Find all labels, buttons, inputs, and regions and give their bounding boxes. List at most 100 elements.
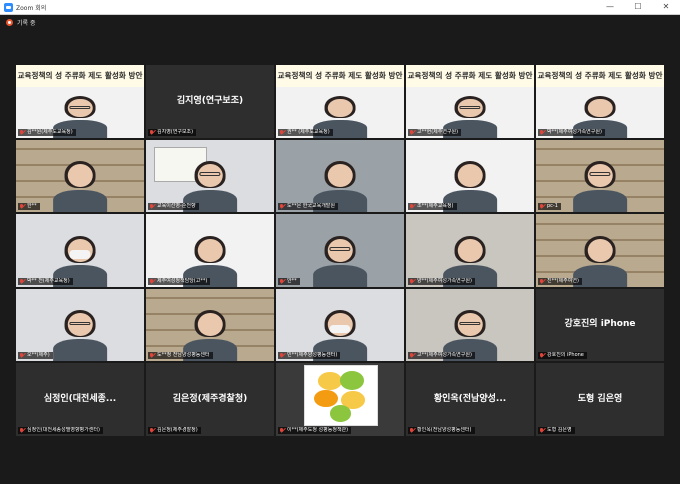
muted-mic-icon xyxy=(20,278,23,283)
participant-tile[interactable]: 김은정(제주경찰청) 김은정(제주경찰청) xyxy=(146,363,274,436)
participant-name-text: 고**현(제주연구원) xyxy=(417,128,459,135)
participant-name-text: 도**정 전남양성평등센터 xyxy=(157,352,210,359)
participant-tile[interactable]: 교육정책의 성 주류화 제도 활성화 방안박**(제주여성가족연구원) xyxy=(536,65,664,138)
record-icon xyxy=(6,18,13,26)
participant-tile[interactable]: 심정인(대전세종... 심정인(대전세종성별영향평가센터) xyxy=(16,363,144,436)
profile-logo-image xyxy=(304,364,378,427)
participant-name-text: 오**(제주) xyxy=(27,352,50,359)
participant-name-text: 김은정(제주경찰청) xyxy=(157,426,198,433)
participant-name-label: 박**(제주여성가족연구원) xyxy=(538,128,605,136)
participant-tile[interactable]: 안** xyxy=(276,214,404,287)
muted-mic-icon xyxy=(280,204,283,209)
muted-mic-icon xyxy=(540,427,543,432)
participant-name-label: 황인옥(전남양성평등센터) xyxy=(408,426,475,434)
participant-name-text: 진**(제주여연) xyxy=(547,277,579,284)
participant-display-name: 심정인(대전세종... xyxy=(43,393,117,404)
participant-tile[interactable]: 교육이선영-순천향 xyxy=(146,139,274,213)
muted-mic-icon xyxy=(150,353,153,358)
participant-name-text: 도형 김은영 xyxy=(547,426,572,433)
participant-name-label: 조**(제주교육청) xyxy=(408,203,457,211)
participant-display-name: 강호진의 iPhone xyxy=(564,319,636,330)
participant-name-text: 김**원(제주도교육청) xyxy=(27,128,73,135)
muted-mic-icon xyxy=(150,129,153,134)
participant-name-label: 김지영(연구보조) xyxy=(148,128,197,136)
participant-name-label: 박** 전(제주교육청) xyxy=(18,277,73,285)
muted-mic-icon xyxy=(150,278,153,283)
muted-mic-icon xyxy=(20,129,23,134)
muted-mic-icon xyxy=(540,129,543,134)
participant-name-text: 교육이선영-순천향 xyxy=(157,203,196,210)
participant-tile[interactable]: pc-1 xyxy=(536,139,664,213)
participant-tile[interactable]: 강호진의 iPhone 강호진의 iPhone xyxy=(536,288,664,362)
recording-indicator[interactable]: 기록 중 xyxy=(0,15,680,29)
participant-name-label: 강호진의 iPhone xyxy=(538,352,587,360)
participant-name-text: 박** 전(제주교육청) xyxy=(27,277,70,284)
participant-tile[interactable]: 교육정책의 성 주류화 제도 활성화 방안고**현(제주연구원) xyxy=(406,65,534,138)
muted-mic-icon xyxy=(280,129,283,134)
participant-tile[interactable]: 황인옥(전남양성... 황인옥(전남양성평등센터) xyxy=(406,363,534,436)
participant-name-label: 안** xyxy=(278,277,300,285)
event-banner-title: 교육정책의 성 주류화 제도 활성화 방안 xyxy=(406,65,534,87)
event-banner-title: 교육정책의 성 주류화 제도 활성화 방안 xyxy=(536,65,664,87)
participant-tile[interactable]: 민**(제주양성평등센터) xyxy=(276,288,404,362)
participant-tile[interactable]: 양**(제주여성가족연구원) xyxy=(406,214,534,287)
muted-mic-icon xyxy=(280,353,283,358)
participant-name-text: 심정인(대전세종성별영향평가센터) xyxy=(27,426,100,433)
participant-name-label: 고**현(제주연구원) xyxy=(408,128,462,136)
muted-mic-icon xyxy=(20,427,23,432)
participant-video xyxy=(53,160,107,213)
participant-tile[interactable]: 오**(제주) xyxy=(16,288,144,362)
muted-mic-icon xyxy=(410,278,413,283)
participant-video xyxy=(573,160,627,213)
participant-name-label: 교육이선영-순천향 xyxy=(148,203,199,211)
muted-mic-icon xyxy=(410,427,413,432)
participant-display-name: 황인옥(전남양성... xyxy=(433,393,507,404)
muted-mic-icon xyxy=(410,129,413,134)
event-banner-title: 교육정책의 성 주류화 제도 활성화 방안 xyxy=(276,65,404,87)
participant-tile[interactable]: 이**(제주도청 성평등정책관) xyxy=(276,363,404,436)
participant-name-label: pc-1 xyxy=(538,203,561,211)
participant-name-text: 도**은 한국교육개발원 xyxy=(287,203,335,210)
participant-tile[interactable]: 진**(제주여연) xyxy=(536,214,664,287)
participant-name-text: 권** (제주도교육청) xyxy=(287,128,330,135)
participant-tile[interactable]: 도**정 전남양성평등센터 xyxy=(146,288,274,362)
participant-display-name: 김은정(제주경찰청) xyxy=(172,393,248,404)
participant-tile[interactable]: 도형 김은영 도형 김은영 xyxy=(536,363,664,436)
participant-tile[interactable]: 제주여성정책담당(고**) xyxy=(146,214,274,287)
participant-tile[interactable]: 한** xyxy=(16,139,144,213)
participant-name-text: 고**(제주여성가족연구원) xyxy=(417,352,472,359)
participant-name-label: 고**(제주여성가족연구원) xyxy=(408,352,475,360)
participant-tile[interactable]: 조**(제주교육청) xyxy=(406,139,534,213)
muted-mic-icon xyxy=(20,204,23,209)
participant-display-name: 도형 김은영 xyxy=(577,393,623,404)
participant-tile[interactable]: 김지영(연구보조) 김지영(연구보조) xyxy=(146,65,274,138)
participant-display-name: 김지영(연구보조) xyxy=(176,95,244,106)
event-banner-title: 교육정책의 성 주류화 제도 활성화 방안 xyxy=(16,65,144,87)
participant-video xyxy=(313,235,367,287)
participant-name-text: 박**(제주여성가족연구원) xyxy=(547,128,602,135)
participant-name-label: 진**(제주여연) xyxy=(538,277,582,285)
participant-name-label: 이**(제주도청 성평등정책관) xyxy=(278,426,352,434)
participant-name-text: 안** xyxy=(287,277,297,284)
muted-mic-icon xyxy=(410,353,413,358)
participant-tile[interactable]: 고**(제주여성가족연구원) xyxy=(406,288,534,362)
minimize-button[interactable]: — xyxy=(596,0,624,14)
participant-name-text: 황인옥(전남양성평등센터) xyxy=(417,426,472,433)
participant-name-label: 권** (제주도교육청) xyxy=(278,128,333,136)
participant-video xyxy=(53,309,107,362)
muted-mic-icon xyxy=(540,204,543,209)
muted-mic-icon xyxy=(150,427,153,432)
participant-name-text: pc-1 xyxy=(547,203,558,210)
participant-tile[interactable]: 도**은 한국교육개발원 xyxy=(276,139,404,213)
muted-mic-icon xyxy=(150,204,153,209)
participant-tile[interactable]: 교육정책의 성 주류화 제도 활성화 방안김**원(제주도교육청) xyxy=(16,65,144,138)
muted-mic-icon xyxy=(540,278,543,283)
window-controls: — ☐ ✕ xyxy=(596,0,680,14)
close-button[interactable]: ✕ xyxy=(652,0,680,14)
participant-name-text: 양**(제주여성가족연구원) xyxy=(417,277,472,284)
maximize-button[interactable]: ☐ xyxy=(624,0,652,14)
participant-name-label: 도**은 한국교육개발원 xyxy=(278,203,338,211)
participant-tile[interactable]: 박** 전(제주교육청) xyxy=(16,214,144,287)
participant-tile[interactable]: 교육정책의 성 주류화 제도 활성화 방안권** (제주도교육청) xyxy=(276,65,404,138)
participant-name-text: 민**(제주양성평등센터) xyxy=(287,352,338,359)
